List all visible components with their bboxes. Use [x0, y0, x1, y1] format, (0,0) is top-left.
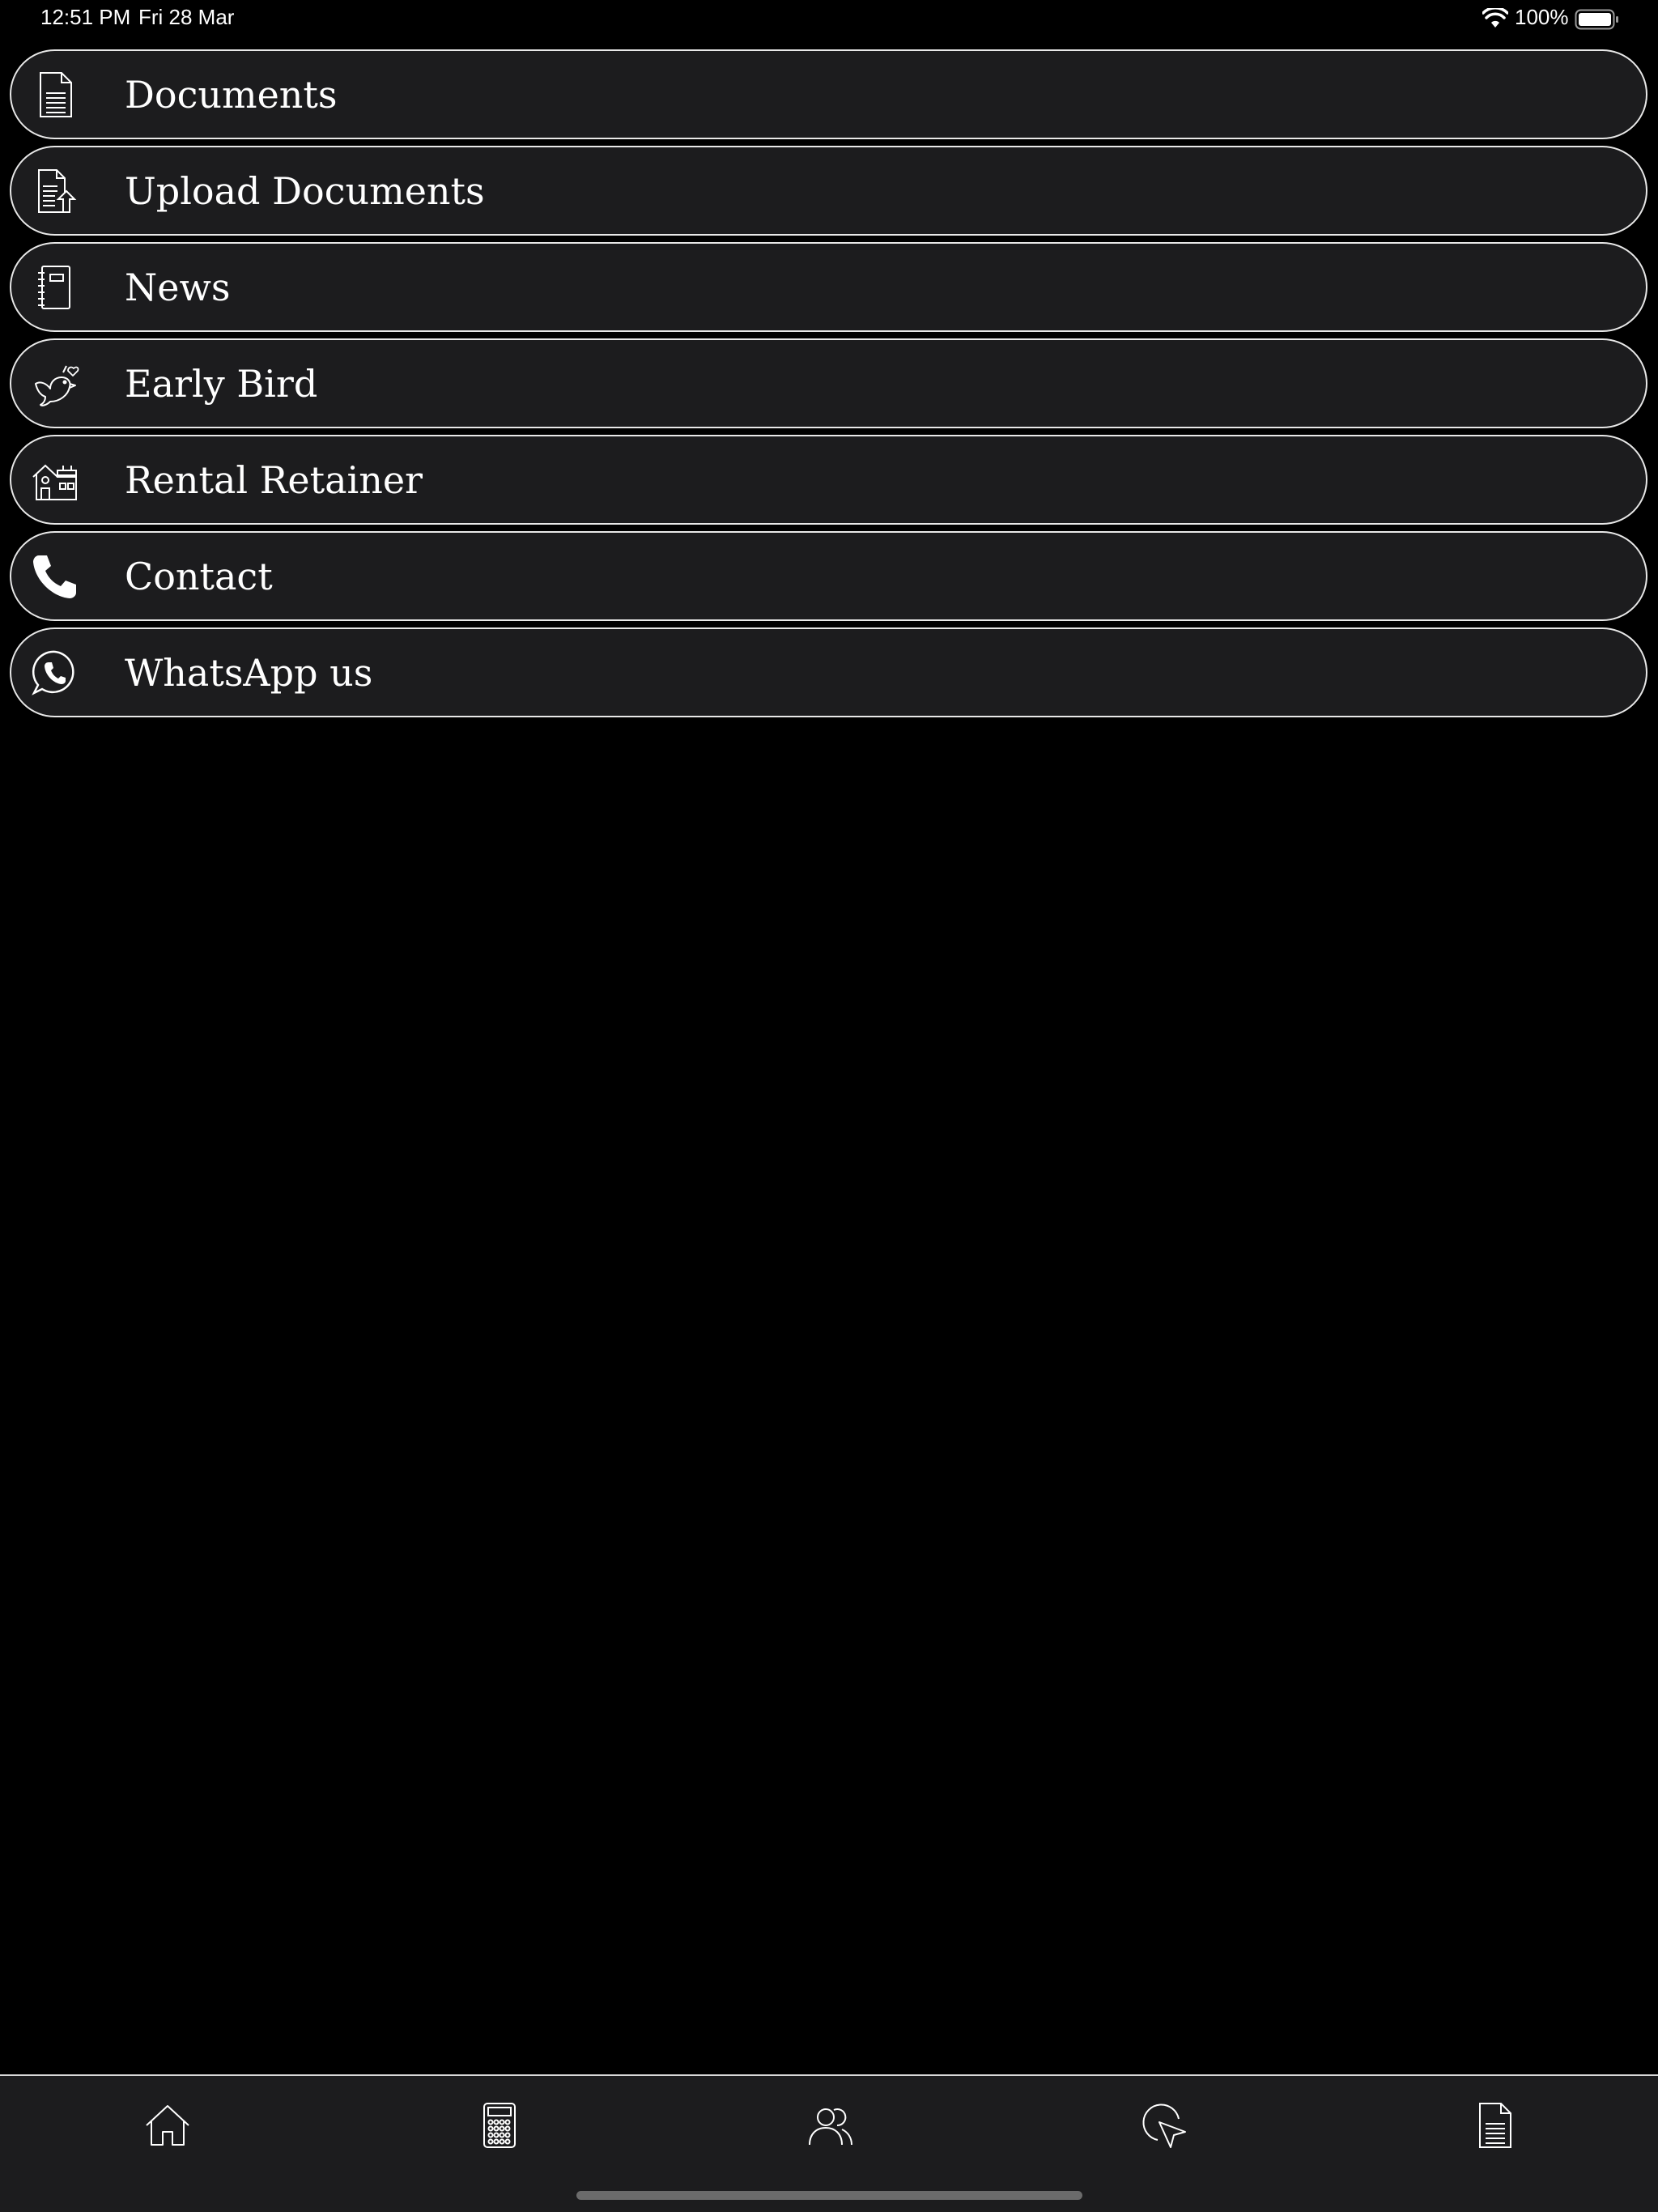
tab-people[interactable] — [802, 2099, 859, 2155]
menu-item-early-bird[interactable]: Early Bird — [10, 338, 1647, 428]
whatsapp-icon — [28, 645, 83, 700]
notebook-icon — [28, 260, 83, 315]
document-icon — [28, 67, 83, 122]
tab-calculator[interactable] — [471, 2099, 528, 2155]
menu-item-label: Documents — [125, 72, 338, 117]
menu-item-contact[interactable]: Contact — [10, 531, 1647, 621]
menu-item-upload-documents[interactable]: Upload Documents — [10, 146, 1647, 236]
cursor-click-icon — [1138, 2101, 1187, 2154]
home-icon — [143, 2101, 192, 2154]
menu-item-label: Upload Documents — [125, 168, 485, 213]
menu-item-documents[interactable]: Documents — [10, 49, 1647, 139]
menu-item-whatsapp[interactable]: WhatsApp us — [10, 627, 1647, 717]
battery-icon — [1575, 9, 1620, 30]
status-time: 12:51 PM — [40, 5, 131, 29]
status-date: Fri 28 Mar — [138, 5, 235, 29]
menu-item-label: WhatsApp us — [125, 650, 373, 695]
menu-item-label: Early Bird — [125, 361, 318, 406]
tab-home[interactable] — [139, 2099, 196, 2155]
people-icon — [806, 2101, 855, 2154]
menu-item-label: Contact — [125, 554, 273, 598]
upload-document-icon — [28, 164, 83, 219]
house-icon — [28, 453, 83, 508]
status-bar: 12:51 PM Fri 28 Mar 100% — [0, 0, 1658, 39]
tab-cursor[interactable] — [1134, 2099, 1191, 2155]
menu-item-news[interactable]: News — [10, 242, 1647, 332]
menu-list: Documents Upload Documents News Early Bi… — [10, 49, 1648, 724]
menu-item-label: Rental Retainer — [125, 457, 423, 502]
document-icon — [1470, 2101, 1519, 2154]
menu-item-rental-retainer[interactable]: Rental Retainer — [10, 435, 1647, 525]
phone-icon — [28, 549, 83, 604]
calculator-icon — [475, 2101, 524, 2154]
wifi-icon — [1482, 6, 1509, 29]
menu-item-label: News — [125, 265, 231, 309]
home-indicator[interactable] — [576, 2191, 1082, 2200]
tab-documents[interactable] — [1466, 2099, 1523, 2155]
battery-percentage: 100% — [1515, 5, 1569, 29]
bird-icon — [28, 356, 83, 411]
